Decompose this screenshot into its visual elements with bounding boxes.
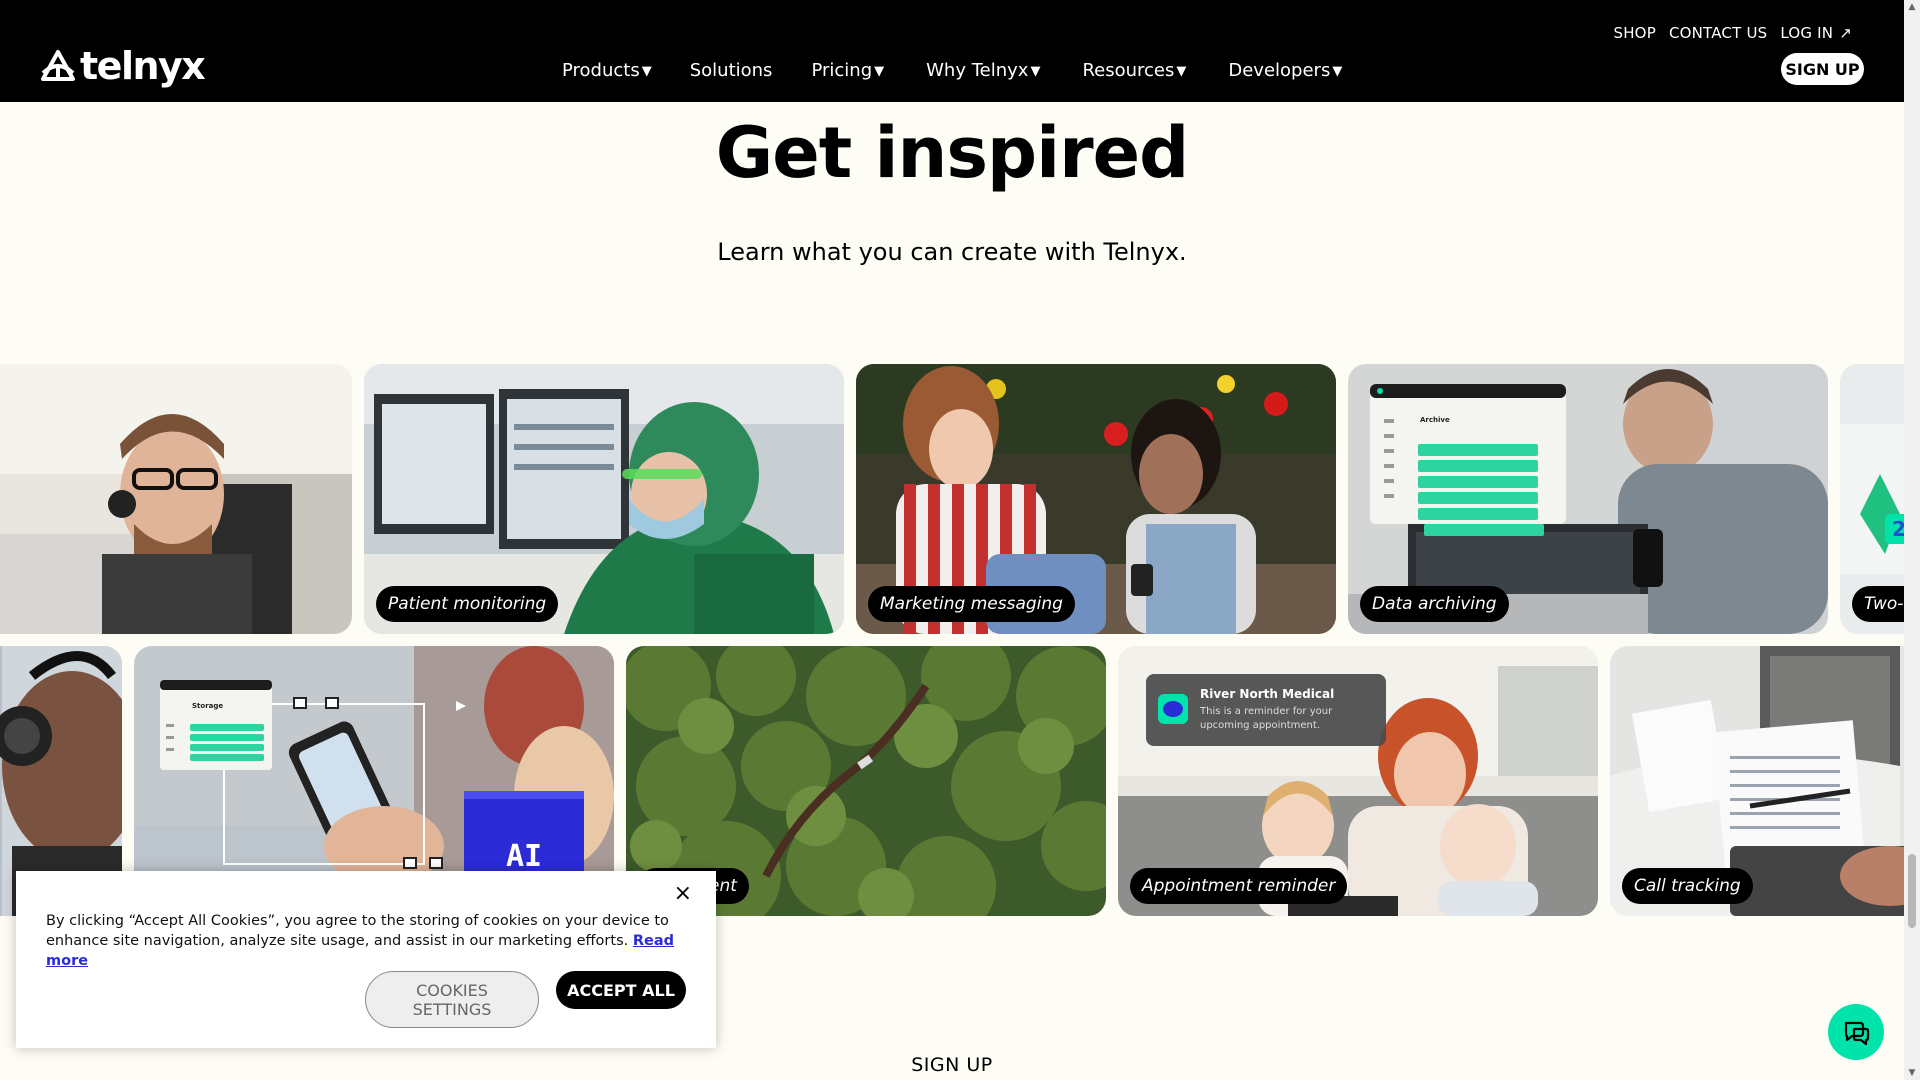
caret-down-icon: ▼ <box>1030 64 1041 79</box>
close-icon[interactable]: × <box>674 883 692 905</box>
nav-products[interactable]: Products ▼ <box>562 60 652 81</box>
notification-body-line-1: This is a reminder for your <box>1199 706 1333 717</box>
nav-products-label: Products <box>562 60 640 81</box>
caret-down-icon: ▼ <box>874 64 885 79</box>
use-case-card[interactable]: Archive Data archiving <box>1348 364 1828 634</box>
card-label: Marketing messaging <box>868 586 1075 622</box>
nav-solutions-label: Solutions <box>689 60 773 81</box>
cookies-settings-button[interactable]: COOKIES SETTINGS <box>365 971 539 1028</box>
caret-down-icon: ▼ <box>1332 64 1343 79</box>
nav-developers-label: Developers <box>1228 60 1331 81</box>
login-label: LOG IN <box>1780 24 1834 42</box>
use-case-card[interactable]: River North Medical This is a reminder f… <box>1118 646 1598 916</box>
site-header: telnyx SHOP CONTACT US LOG IN ↗ Products… <box>0 0 1904 102</box>
cookies-settings-label: COOKIES SETTINGS <box>413 981 492 1019</box>
login-link[interactable]: LOG IN ↗ <box>1780 24 1852 42</box>
ai-badge: AI <box>506 839 542 874</box>
caret-down-icon: ▼ <box>1176 64 1187 79</box>
card-label: Patient monitoring <box>376 586 559 622</box>
notification-title: River North Medical <box>1200 687 1334 701</box>
page-title: Get inspired <box>715 112 1189 194</box>
use-case-card[interactable]: Call tracking <box>1610 646 1904 916</box>
nav-developers[interactable]: Developers ▼ <box>1228 60 1342 81</box>
page-subtitle: Learn what you can create with Telnyx. <box>717 238 1187 266</box>
utility-nav: SHOP CONTACT US LOG IN ↗ <box>1613 24 1852 42</box>
scroll-up-arrow-icon[interactable]: ▲ <box>1904 2 1920 12</box>
logo-wordmark: telnyx <box>80 44 206 88</box>
shop-link[interactable]: SHOP <box>1613 24 1655 42</box>
use-case-carousel-row-1: ers Patient monitoring <box>0 364 1904 634</box>
use-case-card[interactable]: Patient monitoring <box>364 364 844 634</box>
telnyx-logo[interactable]: telnyx <box>40 44 206 88</box>
notification-body-line-2: upcoming appointment. <box>1200 720 1320 731</box>
caret-down-icon: ▼ <box>641 64 652 79</box>
nav-resources[interactable]: Resources ▼ <box>1082 60 1186 81</box>
card-label: Appointment reminder <box>1130 868 1348 904</box>
use-case-card[interactable]: ers <box>0 364 352 634</box>
card-label: Data archiving <box>1360 586 1509 622</box>
card-image-call-center <box>0 364 352 634</box>
two-fa-code: 2 <box>1892 517 1904 541</box>
nav-solutions[interactable]: Solutions <box>690 60 773 81</box>
cookies-settings-line-2: SETTINGS <box>412 999 492 1019</box>
contact-us-link[interactable]: CONTACT US <box>1669 24 1767 42</box>
arrow-up-right-icon: ↗ <box>1839 24 1852 42</box>
telnyx-logo-icon <box>41 50 75 81</box>
accept-all-button[interactable]: ACCEPT ALL <box>556 971 686 1009</box>
cookies-settings-line-1: COOKIES <box>416 980 488 1000</box>
scroll-down-arrow-icon[interactable]: ▼ <box>1904 1068 1920 1078</box>
nav-why-telnyx[interactable]: Why Telnyx ▼ <box>926 60 1040 81</box>
use-case-card[interactable]: 2 Two-f <box>1840 364 1904 634</box>
main-nav: Products ▼ Solutions Pricing ▼ Why Telny… <box>562 60 1342 81</box>
cookie-consent-banner: × By clicking “Accept All Cookies”, you … <box>16 871 716 1048</box>
nav-pricing-label: Pricing <box>811 60 873 81</box>
bottom-signup-link[interactable]: SIGN UP <box>0 1054 1904 1076</box>
card-label: Call tracking <box>1622 868 1753 904</box>
storage-overlay-title: Storage <box>192 702 223 710</box>
chat-support-button[interactable] <box>1828 1004 1884 1060</box>
chat-icon <box>1844 1021 1870 1046</box>
use-case-card[interactable]: Marketing messaging <box>856 364 1336 634</box>
nav-why-telnyx-label: Why Telnyx <box>926 60 1029 81</box>
header-signup-button[interactable]: SIGN UP <box>1781 53 1864 85</box>
scrollbar-thumb[interactable] <box>1908 854 1916 928</box>
cookie-text: By clicking “Accept All Cookies”, you ag… <box>46 913 669 949</box>
page-scrollbar[interactable]: ▲ ▼ <box>1904 0 1920 1080</box>
cookie-text-block: By clicking “Accept All Cookies”, you ag… <box>46 911 686 971</box>
nav-resources-label: Resources <box>1082 60 1175 81</box>
card-label: Two-f <box>1852 586 1904 622</box>
archive-overlay-title: Archive <box>1420 416 1450 424</box>
nav-pricing[interactable]: Pricing ▼ <box>811 60 884 81</box>
